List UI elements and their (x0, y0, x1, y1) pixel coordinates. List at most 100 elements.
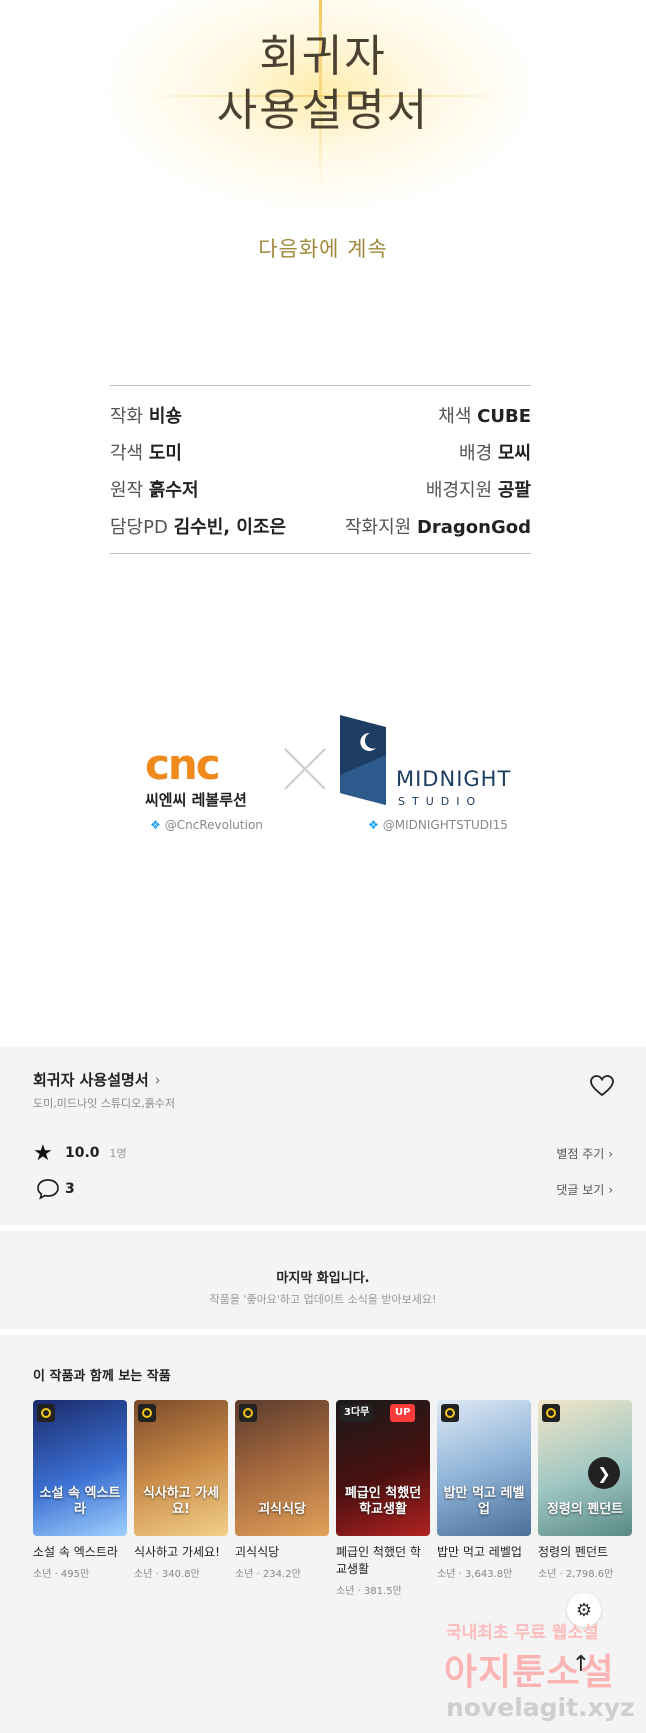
cnc-twitter-handle: ❖ @CncRevolution (150, 818, 263, 832)
credit-row: 각색 도미 배경 모씨 (110, 433, 531, 470)
wait-free-clock-icon (138, 1404, 156, 1422)
collab-x-icon (284, 748, 326, 790)
recommendation-card[interactable]: 밥만 먹고 레벨업 밥만 먹고 레벨업 소년 · 3,643.8만 (437, 1400, 531, 1580)
chevron-right-icon: › (154, 1070, 161, 1089)
episode-artwork: 회귀자 사용설명서 다음화에 계속 작화 비숑 채색 CUBE 각색 도미 배경… (0, 0, 646, 1040)
recommendation-card[interactable]: 3다무 UP 폐급인 척했던 학교생활 폐급인 척했던 학교생활 소년 · 38… (336, 1400, 430, 1597)
comment-row: 3 댓글 보기 › (33, 1178, 613, 1200)
wait-free-badge: 3다무 (340, 1404, 374, 1422)
credit-right: 작화지원 DragonGod (345, 513, 531, 539)
credit-role: 원작 (110, 479, 144, 501)
credit-left: 담당PD 김수빈, 이조은 (110, 513, 286, 539)
credit-name: 모씨 (497, 442, 531, 464)
to-be-continued: 다음화에 계속 (258, 237, 388, 261)
heart-icon[interactable] (590, 1075, 614, 1097)
card-meta: 소년 · 381.5만 (336, 1586, 402, 1597)
cnc-revolution-logo: cnc 씨엔씨 레볼루션 (145, 740, 265, 810)
comment-count: 3 (65, 1181, 75, 1197)
wait-free-clock-icon (239, 1404, 257, 1422)
midnight-twitter-handle: ❖ @MIDNIGHTSTUDI15 (368, 818, 508, 832)
cnc-mark: cnc (145, 740, 265, 789)
rate-button-label: 별점 주기 (556, 1146, 605, 1161)
series-title-link[interactable]: 회귀자 사용설명서 › (33, 1069, 161, 1090)
cover-thumbnail: 식사하고 가세요! (134, 1400, 228, 1536)
carousel-next-button[interactable]: ❯ (588, 1457, 620, 1489)
credit-left: 작화 비숑 (110, 402, 182, 428)
credit-role: 각색 (110, 442, 144, 464)
credit-role: 배경지원 (425, 479, 493, 501)
star-icon: ★ (33, 1140, 53, 1166)
rating-score: 10.0 (65, 1145, 100, 1161)
card-meta: 소년 · 495만 (33, 1569, 90, 1580)
credit-role: 채색 (438, 405, 472, 427)
credit-row: 작화 비숑 채색 CUBE (110, 396, 531, 433)
series-logo-line2: 사용설명서 (216, 85, 430, 136)
twitter-icon: ❖ (368, 818, 379, 832)
view-comments-label: 댓글 보기 (556, 1182, 605, 1197)
midnight-sub: STUDIO (398, 795, 483, 808)
credit-row: 원작 흙수저 배경지원 공팔 (110, 470, 531, 507)
credit-left: 각색 도미 (110, 439, 182, 465)
rating-count: 1명 (109, 1147, 127, 1160)
credit-name: 도미 (148, 442, 182, 464)
credit-name: 공팔 (497, 479, 531, 501)
rate-button[interactable]: 별점 주기 › (556, 1145, 613, 1162)
wait-free-clock-icon (542, 1404, 560, 1422)
wait-free-clock-icon (37, 1404, 55, 1422)
cover-title: 폐급인 척했던 학교생활 (344, 1486, 422, 1517)
midnight-twitter-text: @MIDNIGHTSTUDI15 (382, 818, 508, 832)
rating-row: ★ 10.0 1명 별점 주기 › (33, 1140, 613, 1166)
comment-bubble-icon (37, 1179, 59, 1200)
scroll-to-top-icon[interactable]: ↑ (566, 1652, 596, 1682)
credit-name: 김수빈, 이조은 (173, 516, 287, 538)
cnc-wordmark: cnc (145, 740, 221, 789)
card-title: 밥만 먹고 레벨업 (437, 1545, 522, 1559)
last-episode-title: 마지막 화입니다. (276, 1271, 370, 1286)
twitter-icon: ❖ (150, 818, 161, 832)
update-badge: UP (390, 1404, 416, 1422)
card-meta: 소년 · 234.2만 (235, 1569, 301, 1580)
credit-role: 작화 (110, 405, 144, 427)
cover-title: 밥만 먹고 레벨업 (443, 1486, 525, 1517)
episode-footer-panel: 회귀자 사용설명서 › 도미,미드나잇 스튜디오,흙수저 ★ 10.0 1명 별… (0, 1047, 646, 1733)
credit-right: 채색 CUBE (438, 402, 531, 428)
recommendation-card[interactable]: 소설 속 엑스트라 소설 속 엑스트라 소년 · 495만 (33, 1400, 127, 1580)
card-meta: 소년 · 2,798.6만 (538, 1569, 614, 1580)
moon-icon (340, 715, 386, 805)
gear-icon[interactable]: ⚙ (567, 1593, 601, 1627)
card-title: 정령의 펜던트 (538, 1545, 609, 1559)
card-title: 소설 속 엑스트라 (33, 1545, 118, 1559)
credit-role: 작화지원 (344, 516, 412, 538)
credit-name: CUBE (477, 405, 531, 427)
credit-right: 배경지원 공팔 (426, 476, 531, 502)
credit-name: DragonGod (416, 516, 531, 538)
recommendation-carousel: 소설 속 엑스트라 소설 속 엑스트라 소년 · 495만 식사하고 가세요! … (33, 1400, 646, 1610)
recommendation-card[interactable]: 괴식식당 괴식식당 소년 · 234.2만 (235, 1400, 329, 1580)
cover-title: 식사하고 가세요! (142, 1486, 220, 1517)
credit-row: 담당PD 김수빈, 이조은 작화지원 DragonGod (110, 507, 531, 544)
view-comments-button[interactable]: 댓글 보기 › (556, 1181, 613, 1198)
card-title: 폐급인 척했던 학교생활 (336, 1545, 421, 1576)
chevron-right-icon: › (608, 1146, 613, 1161)
recommendations-heading: 이 작품과 함께 보는 작품 (33, 1369, 171, 1384)
cover-title: 괴식식당 (258, 1502, 306, 1517)
cover-title: 정령의 펜던트 (546, 1502, 624, 1517)
credit-left: 원작 흙수저 (110, 476, 199, 502)
studio-logos: cnc 씨엔씨 레볼루션 MIDNIGHT STUDIO ❖ @CncRevol… (0, 715, 646, 845)
chevron-right-icon: ❯ (597, 1463, 611, 1483)
cover-thumbnail: 밥만 먹고 레벨업 (437, 1400, 531, 1536)
cover-thumbnail: 괴식식당 (235, 1400, 329, 1536)
midnight-name: MIDNIGHT (396, 767, 512, 791)
wait-free-clock-icon (441, 1404, 459, 1422)
credit-role: 배경 (459, 442, 493, 464)
last-episode-subtitle: 작품을 '좋아요'하고 업데이트 소식을 받아보세요! (209, 1293, 437, 1306)
recommendation-card[interactable]: 정령의 펜던트 정령의 펜던트 소년 · 2,798.6만 (538, 1400, 632, 1580)
series-authors: 도미,미드나잇 스튜디오,흙수저 (33, 1097, 176, 1110)
series-logo-title: 회귀자 사용설명서 (0, 30, 646, 138)
recommendations-section: 이 작품과 함께 보는 작품 소설 속 엑스트라 소설 속 엑스트라 소년 · … (0, 1335, 646, 1733)
recommendation-card[interactable]: 식사하고 가세요! 식사하고 가세요! 소년 · 340.8만 (134, 1400, 228, 1580)
credit-name: 흙수저 (148, 479, 199, 501)
cnc-korean-name: 씨엔씨 레볼루션 (145, 791, 247, 809)
cnc-twitter-text: @CncRevolution (164, 818, 263, 832)
credit-role: 담당PD (110, 516, 168, 538)
